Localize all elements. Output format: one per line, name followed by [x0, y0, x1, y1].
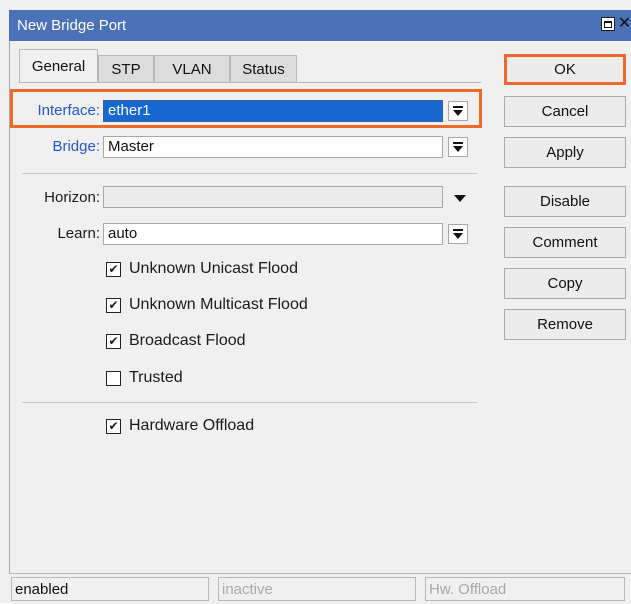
remove-button[interactable]: Remove	[504, 309, 626, 340]
disable-button[interactable]: Disable	[504, 186, 626, 217]
checkbox-label: Broadcast Flood	[129, 332, 246, 349]
learn-field[interactable]: auto	[103, 223, 443, 245]
checkbox-label: Hardware Offload	[129, 417, 255, 434]
unknown-multicast-flood-checkbox[interactable]: ✔ Unknown Multicast Flood	[106, 296, 308, 314]
bridge-dropdown-button[interactable]	[448, 137, 468, 157]
ok-button[interactable]: OK	[504, 54, 626, 85]
comment-button[interactable]: Comment	[504, 227, 626, 258]
window-title: New Bridge Port	[17, 17, 127, 34]
unknown-unicast-flood-checkbox[interactable]: ✔ Unknown Unicast Flood	[106, 260, 298, 278]
maximize-icon[interactable]	[601, 17, 615, 31]
interface-label: Interface:	[37, 102, 100, 119]
learn-label: Learn:	[57, 225, 100, 242]
cancel-button[interactable]: Cancel	[504, 96, 626, 127]
status-enabled: enabled	[11, 577, 209, 601]
check-icon[interactable]: ✔	[106, 261, 121, 277]
title-bar: New Bridge Port ✕	[9, 10, 631, 41]
tab-vlan[interactable]: VLAN	[154, 55, 230, 83]
tab-stp[interactable]: STP	[98, 55, 154, 83]
interface-field[interactable]: ether1	[103, 100, 443, 122]
form-pane: General STP VLAN Status Interface: ether…	[9, 41, 490, 573]
tab-status[interactable]: Status	[230, 55, 297, 83]
check-icon[interactable]: ✔	[106, 333, 121, 349]
bridge-label: Bridge:	[52, 138, 100, 155]
horizon-field[interactable]	[103, 186, 443, 208]
check-icon[interactable]: ✔	[106, 297, 121, 313]
checkbox-label: Trusted	[129, 369, 183, 386]
bridge-field[interactable]: Master	[103, 136, 443, 158]
hardware-offload-checkbox[interactable]: ✔ Hardware Offload	[106, 417, 254, 435]
divider	[22, 173, 477, 174]
horizon-dropdown-icon[interactable]	[454, 195, 466, 202]
status-hw-offload: Hw. Offload	[425, 577, 625, 601]
tab-general[interactable]: General	[19, 49, 98, 83]
dropdown-arrow-icon	[453, 229, 463, 239]
interface-dropdown-button[interactable]	[448, 101, 468, 121]
dropdown-arrow-icon	[453, 142, 463, 152]
learn-dropdown-button[interactable]	[448, 224, 468, 244]
status-bar: enabled inactive Hw. Offload	[9, 573, 631, 604]
check-icon[interactable]: ✔	[106, 418, 121, 434]
checkbox-box[interactable]	[106, 370, 121, 386]
divider	[22, 402, 477, 403]
trusted-checkbox[interactable]: Trusted	[106, 369, 183, 387]
checkbox-label: Unknown Unicast Flood	[129, 260, 298, 277]
close-icon[interactable]: ✕	[618, 16, 631, 32]
tab-content-border	[19, 82, 481, 83]
apply-button[interactable]: Apply	[504, 137, 626, 168]
status-running: inactive	[218, 577, 416, 601]
horizon-label: Horizon:	[44, 189, 100, 206]
broadcast-flood-checkbox[interactable]: ✔ Broadcast Flood	[106, 332, 246, 350]
copy-button[interactable]: Copy	[504, 268, 626, 299]
bridge-port-window: New Bridge Port ✕ General STP VLAN Statu…	[0, 0, 631, 604]
checkbox-label: Unknown Multicast Flood	[129, 296, 308, 313]
dropdown-arrow-icon	[453, 106, 463, 116]
